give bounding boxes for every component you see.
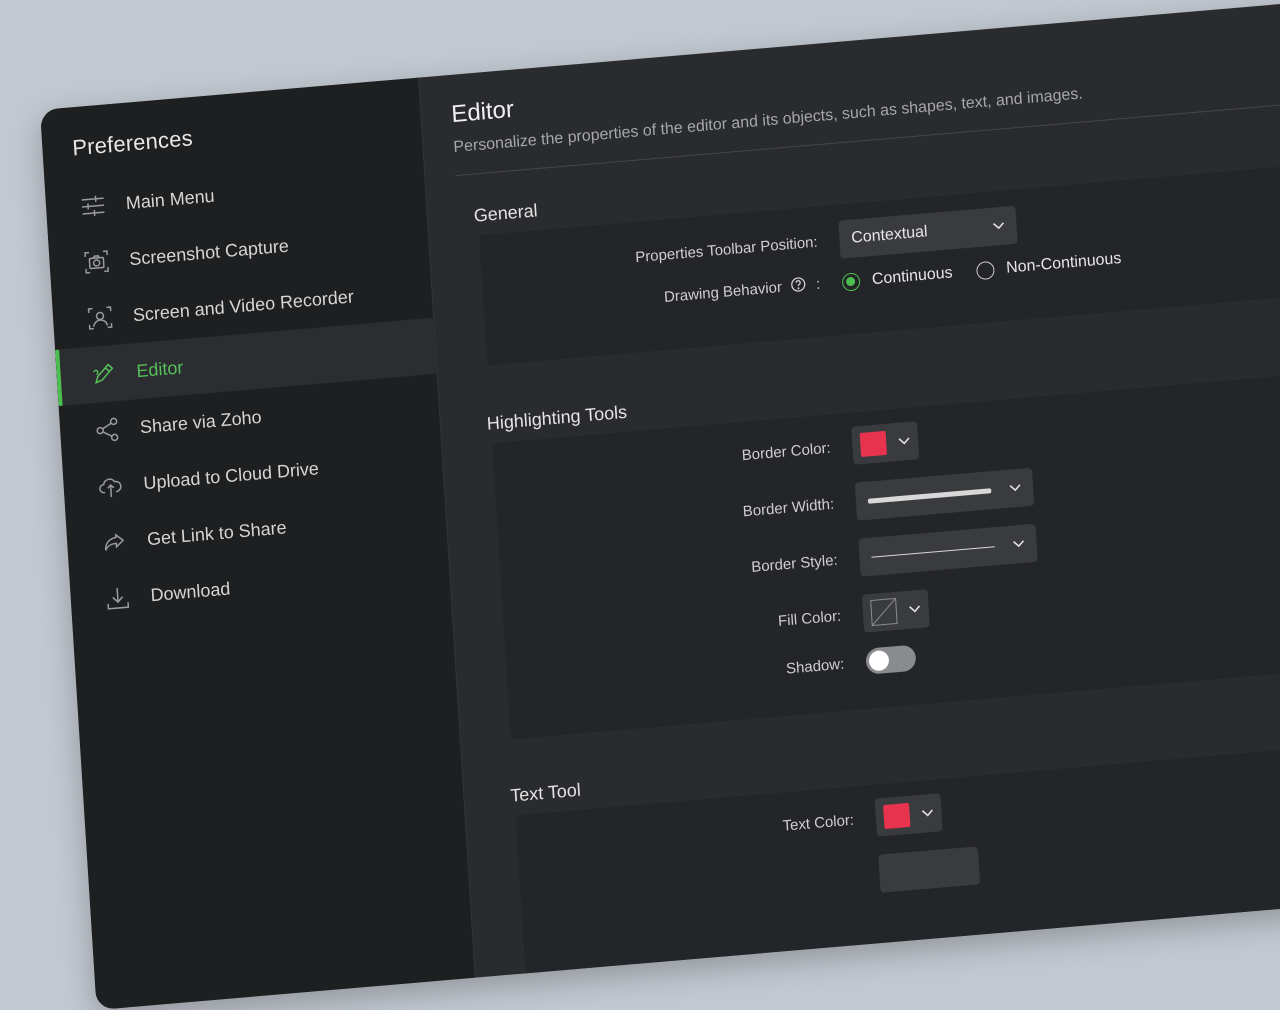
chevron-down-icon xyxy=(992,222,1004,231)
shadow-toggle[interactable] xyxy=(865,645,916,675)
fill-color-picker[interactable] xyxy=(862,589,930,633)
radio-selected-icon xyxy=(842,272,861,292)
sidebar-nav: Main Menu Screenshot Capture xyxy=(45,150,451,630)
chevron-down-icon xyxy=(1012,540,1024,549)
sidebar-item-label: Screen and Video Recorder xyxy=(132,286,354,326)
chevron-down-icon xyxy=(921,809,933,818)
toolbar-position-value: Contextual xyxy=(851,223,928,248)
border-color-swatch xyxy=(860,431,887,457)
toggle-knob xyxy=(868,650,889,672)
section-heading-text-tool: Text Tool xyxy=(510,780,582,807)
sidebar-item-label: Editor xyxy=(136,357,184,382)
sliders-icon xyxy=(79,192,107,220)
sidebar: Preferences Main Menu Sc xyxy=(40,78,476,1010)
drawing-behavior-colon: : xyxy=(816,276,821,293)
sidebar-item-label: Share via Zoho xyxy=(139,406,262,437)
page-description: Personalize the properties of the editor… xyxy=(453,85,1083,157)
help-icon[interactable] xyxy=(789,276,806,297)
radio-unselected-icon xyxy=(976,261,995,281)
section-heading-general: General xyxy=(473,200,538,226)
chevron-down-icon xyxy=(898,437,910,446)
pencil-icon xyxy=(90,360,118,388)
page-title: Editor xyxy=(451,96,515,129)
camera-icon xyxy=(83,248,111,276)
sidebar-item-label: Main Menu xyxy=(125,185,215,214)
border-style-preview xyxy=(871,546,994,558)
sidebar-item-label: Download xyxy=(150,578,231,606)
chevron-down-icon xyxy=(1009,484,1021,493)
share-icon xyxy=(93,416,121,444)
cloud-upload-icon xyxy=(97,472,125,500)
sidebar-title: Preferences xyxy=(72,125,194,161)
preferences-window: Preferences Main Menu Sc xyxy=(40,0,1280,1010)
sidebar-item-label: Upload to Cloud Drive xyxy=(143,458,320,494)
border-color-picker[interactable] xyxy=(851,421,919,465)
section-heading-highlighting-tools: Highlighting Tools xyxy=(486,402,627,435)
no-fill-swatch-icon xyxy=(870,598,898,626)
main-content: Editor Personalize the properties of the… xyxy=(419,0,1280,978)
text-color-swatch xyxy=(883,803,910,829)
sidebar-item-label: Get Link to Share xyxy=(146,517,287,550)
border-width-preview xyxy=(868,488,992,504)
sidebar-item-label: Screenshot Capture xyxy=(129,235,290,270)
chevron-down-icon xyxy=(909,605,921,614)
download-icon xyxy=(104,584,132,612)
user-frame-icon xyxy=(86,304,114,332)
forward-arrow-icon xyxy=(100,528,128,556)
